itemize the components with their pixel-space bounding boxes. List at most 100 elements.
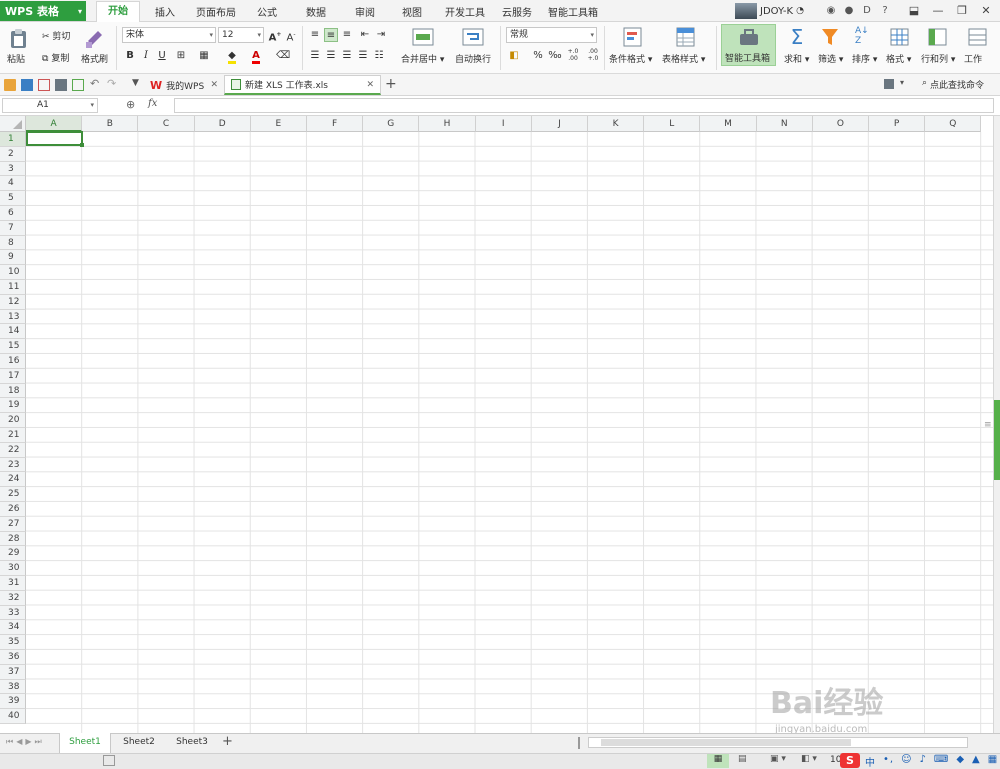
fill-handle[interactable]: [80, 143, 84, 147]
font-color-icon[interactable]: A: [249, 49, 263, 64]
minimize-icon[interactable]: —: [927, 2, 949, 20]
tab-smart-toolbox[interactable]: 智能工具箱: [548, 4, 598, 19]
row-header-18[interactable]: 18: [0, 383, 26, 399]
close-icon[interactable]: ✕: [975, 2, 997, 20]
borders-icon[interactable]: ⊞: [174, 49, 188, 63]
skin-icon[interactable]: ◉: [824, 4, 838, 18]
format-painter-label[interactable]: 格式刷: [81, 52, 108, 65]
font-name-select[interactable]: 宋体 ▾: [122, 27, 216, 43]
name-box[interactable]: A1 ▾: [2, 98, 98, 113]
align-left-icon[interactable]: ☰: [308, 49, 322, 63]
filter-icon[interactable]: [820, 26, 840, 48]
tab-view[interactable]: 视图: [402, 4, 422, 19]
underline-button[interactable]: U: [155, 49, 169, 63]
paste-button[interactable]: [8, 27, 32, 49]
row-header-31[interactable]: 31: [0, 576, 26, 591]
tab-page-layout[interactable]: 页面布局: [196, 4, 236, 19]
sheet-tab-2[interactable]: Sheet2: [113, 733, 165, 753]
format-icon[interactable]: [890, 26, 910, 48]
row-header-22[interactable]: 22: [0, 442, 26, 458]
share-icon[interactable]: D: [860, 4, 874, 18]
row-header-39[interactable]: 39: [0, 694, 26, 710]
export-pdf-icon[interactable]: [38, 79, 50, 91]
column-header-P[interactable]: P: [869, 116, 926, 132]
rows-cols-icon[interactable]: [928, 26, 948, 48]
reading-mode-icon[interactable]: ▣ ▾: [770, 754, 786, 764]
indent-icon[interactable]: ⇥: [374, 28, 388, 42]
sogou-ime-icon[interactable]: S: [840, 753, 860, 768]
column-header-M[interactable]: M: [700, 116, 757, 132]
tab-review[interactable]: 审阅: [355, 4, 375, 19]
tab-home[interactable]: 开始: [96, 1, 140, 23]
row-header-28[interactable]: 28: [0, 531, 26, 547]
row-header-17[interactable]: 17: [0, 368, 26, 384]
undo-icon[interactable]: ↶: [90, 77, 99, 90]
row-header-23[interactable]: 23: [0, 457, 26, 473]
align-right-icon[interactable]: ☰: [340, 49, 354, 63]
row-header-29[interactable]: 29: [0, 546, 26, 562]
macro-record-icon[interactable]: [103, 755, 115, 766]
increase-font-icon[interactable]: A+: [268, 28, 282, 43]
decrease-decimal-button[interactable]: .00 +.0: [586, 48, 600, 62]
bold-button[interactable]: B: [123, 49, 137, 63]
percent-button[interactable]: %: [531, 49, 545, 63]
row-header-30[interactable]: 30: [0, 561, 26, 576]
fill-color-icon[interactable]: ◆: [225, 49, 239, 64]
page-break-view-icon[interactable]: ▤: [738, 754, 747, 764]
font-size-select[interactable]: 12 ▾: [218, 27, 264, 43]
column-header-G[interactable]: G: [363, 116, 420, 132]
customize-dropdown-icon[interactable]: ▼: [132, 78, 139, 88]
column-header-B[interactable]: B: [82, 116, 139, 132]
sheet-nav-icons[interactable]: ⏮◀▶⏭: [6, 737, 45, 747]
tab-insert[interactable]: 插入: [155, 4, 175, 19]
sum-icon[interactable]: Σ: [787, 25, 807, 49]
row-header-34[interactable]: 34: [0, 620, 26, 636]
row-header-36[interactable]: 36: [0, 650, 26, 665]
restore-icon[interactable]: ⬓: [903, 2, 925, 20]
side-panel-toggle[interactable]: [994, 400, 1000, 480]
column-header-Q[interactable]: Q: [925, 116, 982, 132]
column-header-H[interactable]: H: [419, 116, 476, 132]
sort-button[interactable]: 排序 ▾: [852, 52, 877, 65]
column-header-L[interactable]: L: [644, 116, 701, 132]
column-header-N[interactable]: N: [756, 116, 813, 132]
cell-grid[interactable]: [26, 132, 993, 733]
print-preview-icon[interactable]: [72, 79, 84, 91]
doctab-my-wps[interactable]: W 我的WPS ✕: [144, 75, 224, 95]
row-header-2[interactable]: 2: [0, 146, 26, 162]
sort-icon[interactable]: A↓ Z: [855, 26, 875, 48]
row-header-11[interactable]: 11: [0, 280, 26, 295]
wrap-text-label[interactable]: 自动换行: [455, 52, 491, 65]
command-search[interactable]: ⌕ 点此查找命令: [922, 78, 984, 91]
wrap-text-icon[interactable]: [462, 26, 484, 48]
row-header-20[interactable]: 20: [0, 413, 26, 428]
settings-icon[interactable]: ●: [842, 4, 856, 18]
decrease-font-icon[interactable]: A-: [284, 28, 298, 43]
table-style-icon[interactable]: [675, 26, 697, 48]
italic-button[interactable]: I: [139, 49, 153, 63]
tab-developer[interactable]: 开发工具: [445, 4, 485, 19]
zoom-formula-icon[interactable]: ⊕: [126, 98, 135, 111]
row-header-12[interactable]: 12: [0, 294, 26, 310]
merge-center-button[interactable]: 合并居中 ▾: [401, 52, 444, 65]
row-header-40[interactable]: 40: [0, 709, 26, 724]
worksheet-button[interactable]: 工作: [964, 52, 998, 65]
rows-cols-button[interactable]: 行和列 ▾: [921, 52, 955, 65]
row-header-38[interactable]: 38: [0, 679, 26, 695]
row-header-35[interactable]: 35: [0, 635, 26, 650]
justify-icon[interactable]: ☰: [356, 49, 370, 63]
number-format-select[interactable]: 常规 ▾: [506, 27, 597, 43]
paste-label[interactable]: 粘贴: [7, 52, 25, 65]
column-header-O[interactable]: O: [812, 116, 869, 132]
redo-icon[interactable]: ↷: [107, 77, 116, 90]
row-header-7[interactable]: 7: [0, 220, 26, 236]
conditional-format-icon[interactable]: [622, 26, 644, 48]
row-header-21[interactable]: 21: [0, 428, 26, 443]
insert-function-button[interactable]: fx: [148, 98, 157, 109]
row-header-1[interactable]: 1: [0, 132, 26, 147]
worksheet-icon[interactable]: [968, 26, 988, 48]
horizontal-scroll-thumb[interactable]: [601, 739, 851, 746]
align-top-icon[interactable]: ≡: [308, 28, 322, 42]
row-header-5[interactable]: 5: [0, 191, 26, 206]
row-header-33[interactable]: 33: [0, 605, 26, 621]
